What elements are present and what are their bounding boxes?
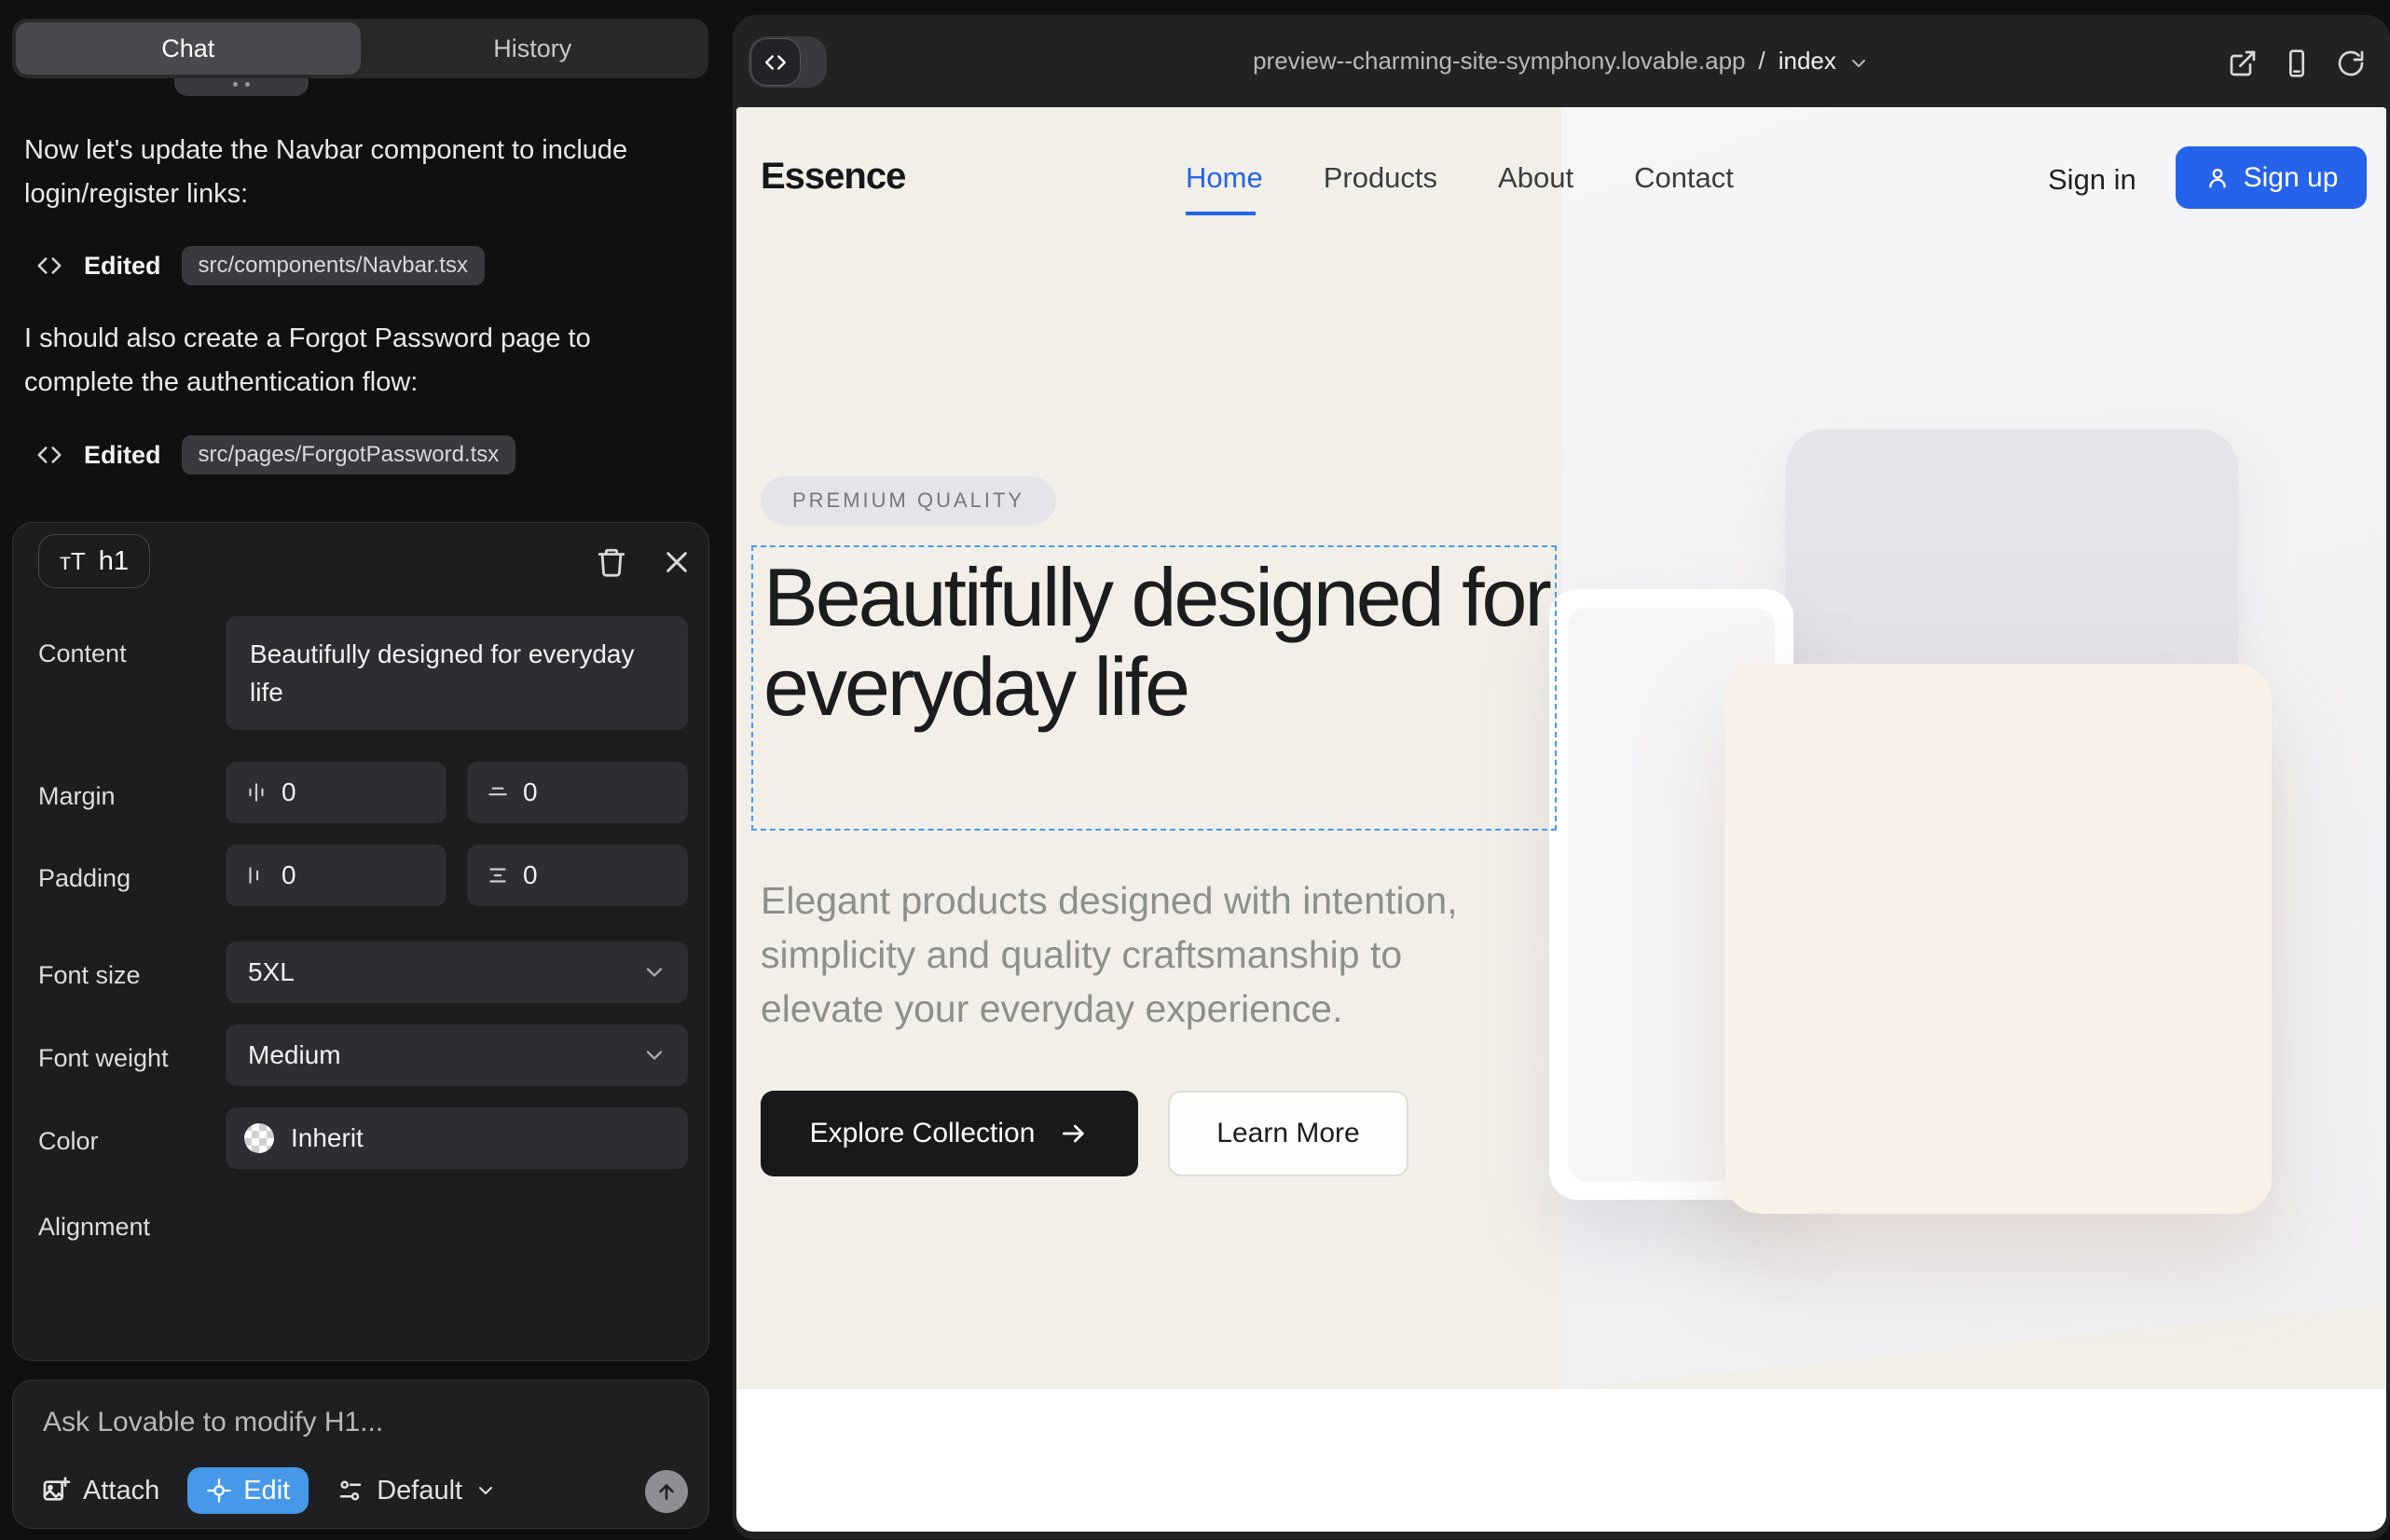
alignment-label: Alignment	[38, 1213, 150, 1242]
url-separator: /	[1759, 47, 1765, 76]
external-link-icon	[2228, 48, 2258, 78]
content-value: Beautifully designed for everyday life	[250, 635, 641, 711]
smartphone-icon	[2282, 48, 2312, 78]
chat-message: Now let's update the Navbar component to…	[24, 129, 686, 216]
site-nav: Home Products About Contact	[1186, 161, 1734, 195]
color-label: Color	[38, 1127, 99, 1156]
padding-horizontal-value: 0	[282, 860, 296, 890]
edited-label: Edited	[84, 252, 161, 281]
explore-collection-button[interactable]: Explore Collection	[761, 1091, 1138, 1176]
url-host: preview--charming-site-symphony.lovable.…	[1253, 47, 1745, 76]
chevron-down-icon	[474, 1479, 497, 1502]
sign-up-button[interactable]: Sign up	[2176, 146, 2367, 209]
tab-history[interactable]: History	[361, 22, 706, 75]
margin-vertical-icon	[486, 780, 510, 804]
delete-element-button[interactable]	[593, 543, 630, 581]
color-select[interactable]: Inherit	[226, 1107, 688, 1169]
chat-message: I should also create a Forgot Password p…	[24, 317, 686, 405]
arrow-right-icon	[1059, 1119, 1089, 1148]
padding-horizontal-input[interactable]: 0	[226, 845, 446, 906]
edited-file-row[interactable]: Edited src/components/Navbar.tsx	[35, 246, 485, 285]
hero-card-cream	[1725, 664, 2272, 1214]
lovable-app: Chat History Now let's update the Navbar…	[0, 0, 2390, 1540]
font-weight-label: Font weight	[38, 1044, 169, 1073]
chevron-down-icon	[641, 959, 667, 985]
site-viewport: Essence Home Products About Contact Sign…	[736, 107, 2386, 1532]
text-size-icon: тT	[60, 547, 86, 576]
chat-history-tabs: Chat History	[12, 19, 708, 78]
model-selector[interactable]: Default	[337, 1476, 497, 1506]
user-icon	[2205, 165, 2231, 191]
preview-browser-frame: preview--charming-site-symphony.lovable.…	[733, 15, 2390, 1539]
content-label: Content	[38, 639, 127, 668]
chevron-down-icon	[1847, 52, 1870, 75]
padding-vertical-icon	[486, 863, 510, 887]
padding-horizontal-icon	[244, 863, 268, 887]
scrolled-chip-partial	[174, 78, 309, 96]
edited-file-row[interactable]: Edited src/pages/ForgotPassword.tsx	[35, 435, 515, 474]
code-icon	[35, 441, 63, 469]
tab-chat[interactable]: Chat	[16, 22, 361, 75]
hero-description: Elegant products designed with intention…	[761, 873, 1516, 1036]
refresh-button[interactable]	[2336, 48, 2366, 78]
nav-link-about[interactable]: About	[1498, 161, 1573, 195]
nav-link-products[interactable]: Products	[1324, 161, 1437, 195]
default-label: Default	[377, 1476, 462, 1506]
url-page: index	[1779, 47, 1836, 76]
close-icon	[662, 547, 692, 577]
explore-collection-label: Explore Collection	[810, 1118, 1036, 1149]
margin-horizontal-icon	[244, 780, 268, 804]
font-size-value: 5XL	[248, 957, 295, 987]
nav-link-home[interactable]: Home	[1186, 161, 1263, 195]
font-size-select[interactable]: 5XL	[226, 942, 688, 1003]
element-tag-label: h1	[99, 546, 129, 577]
chevron-down-icon	[641, 1042, 667, 1068]
element-editor-panel: тT h1 Content Beautifully designed for e…	[12, 522, 709, 1361]
sign-up-label: Sign up	[2244, 162, 2339, 194]
prompt-composer: Attach Edit Default	[12, 1380, 709, 1529]
font-weight-select[interactable]: Medium	[226, 1024, 688, 1086]
color-swatch	[244, 1123, 274, 1153]
nav-link-contact[interactable]: Contact	[1634, 161, 1734, 195]
url-bar[interactable]: preview--charming-site-symphony.lovable.…	[733, 15, 2390, 107]
prompt-input[interactable]	[41, 1405, 656, 1461]
file-path-chip[interactable]: src/pages/ForgotPassword.tsx	[182, 435, 516, 474]
attach-button[interactable]: Attach	[41, 1476, 159, 1506]
refresh-icon	[2336, 48, 2366, 78]
margin-label: Margin	[38, 782, 116, 811]
sliders-icon	[337, 1477, 364, 1505]
sign-in-link[interactable]: Sign in	[2048, 163, 2136, 197]
font-weight-value: Medium	[248, 1040, 341, 1070]
mobile-view-button[interactable]	[2282, 48, 2312, 78]
open-in-new-tab-button[interactable]	[2228, 48, 2258, 78]
trash-icon	[596, 546, 627, 578]
hero-heading[interactable]: Beautifully designed for everyday life	[763, 553, 1565, 732]
image-plus-icon	[41, 1476, 71, 1506]
target-icon	[206, 1478, 232, 1504]
element-type-chip[interactable]: тT h1	[38, 534, 150, 588]
edit-label: Edit	[243, 1476, 290, 1506]
padding-vertical-value: 0	[523, 860, 538, 890]
close-panel-button[interactable]	[658, 543, 695, 581]
learn-more-button[interactable]: Learn More	[1168, 1091, 1408, 1176]
font-size-label: Font size	[38, 961, 141, 990]
margin-vertical-input[interactable]: 0	[467, 762, 688, 823]
hero-badge: PREMIUM QUALITY	[761, 476, 1056, 525]
margin-horizontal-input[interactable]: 0	[226, 762, 446, 823]
margin-vertical-value: 0	[523, 777, 538, 807]
padding-vertical-input[interactable]: 0	[467, 845, 688, 906]
content-field[interactable]: Beautifully designed for everyday life	[226, 616, 688, 730]
send-button[interactable]	[645, 1470, 688, 1513]
edited-label: Edited	[84, 441, 161, 470]
padding-label: Padding	[38, 864, 130, 893]
site-logo[interactable]: Essence	[761, 156, 905, 198]
edit-mode-button[interactable]: Edit	[187, 1467, 309, 1514]
sidebar: Chat History Now let's update the Navbar…	[0, 0, 733, 1540]
arrow-up-icon	[654, 1479, 679, 1504]
code-icon	[35, 252, 63, 280]
margin-horizontal-value: 0	[282, 777, 296, 807]
color-value: Inherit	[291, 1123, 364, 1153]
attach-label: Attach	[83, 1476, 159, 1506]
file-path-chip[interactable]: src/components/Navbar.tsx	[182, 246, 485, 285]
